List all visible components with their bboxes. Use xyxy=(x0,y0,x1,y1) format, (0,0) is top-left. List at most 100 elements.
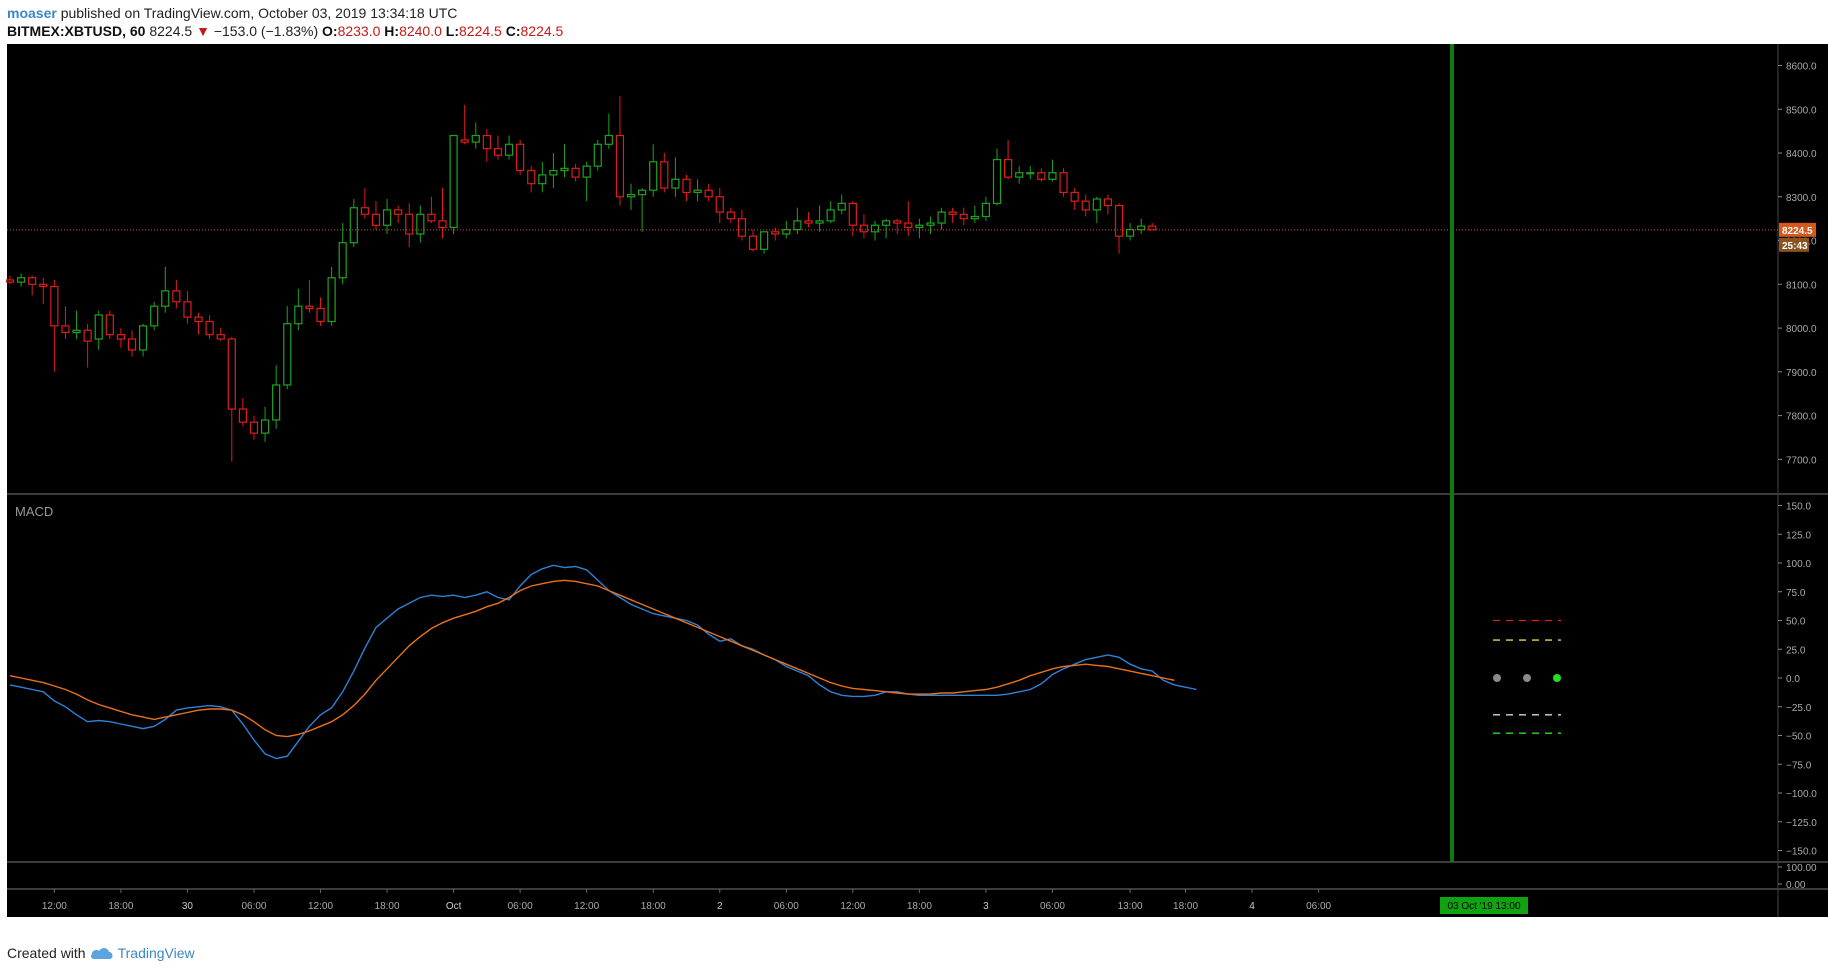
macd-axis-label: −150.0 xyxy=(1786,847,1817,858)
candle-body xyxy=(837,202,846,211)
time-axis-label: 12:00 xyxy=(42,901,67,912)
candle-body xyxy=(194,316,203,323)
bottom-axis-label: 100.00 xyxy=(1786,863,1817,874)
candle-body xyxy=(915,224,924,229)
bottom-axis-label: 0.00 xyxy=(1786,880,1806,891)
candle-body xyxy=(560,167,569,172)
macd-title: MACD xyxy=(15,504,53,519)
candle-body xyxy=(183,301,192,318)
tradingview-link[interactable]: TradingView xyxy=(118,945,195,961)
candle-body xyxy=(460,139,469,143)
candle-body xyxy=(893,220,902,224)
candle-body xyxy=(516,143,525,172)
candle-body xyxy=(715,196,724,213)
price-axis-label: 8000.0 xyxy=(1786,324,1817,335)
candle-body xyxy=(538,174,547,185)
time-axis-label: 06:00 xyxy=(1306,901,1331,912)
candle-body xyxy=(249,421,259,434)
candle-body xyxy=(1148,225,1157,231)
author-link[interactable]: moaser xyxy=(7,5,57,21)
candle-body xyxy=(1048,172,1057,180)
candle-body xyxy=(948,211,957,215)
candle-body xyxy=(50,285,59,327)
time-axis-label: 18:00 xyxy=(375,901,400,912)
candle-body xyxy=(127,338,137,351)
macd-axis-label: −25.0 xyxy=(1786,703,1812,714)
candle-body xyxy=(1081,200,1090,211)
time-axis-label: 30 xyxy=(182,901,194,912)
candle-body xyxy=(1003,158,1013,178)
candle-body xyxy=(482,134,491,150)
candle-body xyxy=(283,323,292,386)
candle-body xyxy=(782,229,791,235)
trading-chart[interactable]: 8600.08500.08400.08300.08200.08100.08000… xyxy=(0,44,1828,944)
time-axis-label: 18:00 xyxy=(108,901,133,912)
chart-header: moaser published on TradingView.com, Oct… xyxy=(7,0,1807,44)
candle-body xyxy=(405,213,414,235)
candle-body xyxy=(427,213,436,222)
created-with-text: Created with xyxy=(7,945,86,961)
candle-body xyxy=(94,314,103,340)
macd-axis-label: 0.0 xyxy=(1786,674,1800,685)
publish-line: moaser published on TradingView.com, Oct… xyxy=(7,4,457,23)
candle-body xyxy=(582,165,591,178)
time-axis-label: 12:00 xyxy=(574,901,599,912)
price-axis-label: 7800.0 xyxy=(1786,412,1817,423)
candle-body xyxy=(1125,229,1135,237)
candle-body xyxy=(804,220,813,224)
high-value: 8240.0 xyxy=(399,23,442,39)
price-axis-label: 7700.0 xyxy=(1786,455,1817,466)
candle-body xyxy=(116,334,126,340)
candle-body xyxy=(1015,172,1024,178)
time-axis-label: 3 xyxy=(983,901,989,912)
candle-body xyxy=(227,338,236,410)
macd-axis-label: −125.0 xyxy=(1786,818,1817,829)
candle-body xyxy=(615,134,625,198)
candle-body xyxy=(305,305,314,309)
candle-body xyxy=(471,134,480,143)
open-value: 8233.0 xyxy=(337,23,381,39)
candle-body xyxy=(449,134,458,229)
candle-body xyxy=(1103,198,1113,207)
candle-body xyxy=(16,277,26,283)
candle-body xyxy=(771,231,780,235)
candle-body xyxy=(571,167,580,178)
candle-body xyxy=(1114,204,1124,237)
candle-body xyxy=(327,277,336,323)
price-axis-label: 7900.0 xyxy=(1786,368,1817,379)
candle-body xyxy=(138,325,148,351)
candle-body xyxy=(604,134,613,145)
candle-body xyxy=(150,305,159,327)
time-axis-label: 06:00 xyxy=(1040,901,1065,912)
candle-body xyxy=(638,189,647,196)
time-axis-label: 06:00 xyxy=(774,901,799,912)
candle-body xyxy=(904,222,913,229)
candle-body xyxy=(1137,225,1146,231)
price-axis-label: 8100.0 xyxy=(1786,280,1817,291)
high-label: H: xyxy=(384,23,400,39)
close-value: 8224.5 xyxy=(520,23,564,39)
candle-body xyxy=(260,419,270,434)
candle-body xyxy=(760,231,769,250)
candle-body xyxy=(626,194,636,198)
macd-axis-label: 125.0 xyxy=(1786,530,1811,541)
candle-body xyxy=(882,220,891,226)
macd-axis-label: 50.0 xyxy=(1786,617,1806,628)
candle-body xyxy=(272,384,281,421)
signal-dot xyxy=(1523,674,1531,682)
candle-body xyxy=(61,325,70,334)
change-down-icon: ▼ xyxy=(196,23,210,39)
chart-background xyxy=(7,44,1778,917)
time-axis-label: 18:00 xyxy=(907,901,932,912)
candle-body xyxy=(1059,172,1068,194)
candle-body xyxy=(826,209,835,222)
candle-body xyxy=(161,290,170,307)
candle-body xyxy=(748,235,758,250)
candle-body xyxy=(371,213,381,226)
tradingview-cloud-icon xyxy=(90,948,113,959)
price-axis-label: 8400.0 xyxy=(1786,149,1817,160)
candle-body xyxy=(992,158,1002,204)
candle-body xyxy=(926,222,935,226)
price-axis-background xyxy=(1778,44,1828,917)
candle-body xyxy=(360,207,369,215)
